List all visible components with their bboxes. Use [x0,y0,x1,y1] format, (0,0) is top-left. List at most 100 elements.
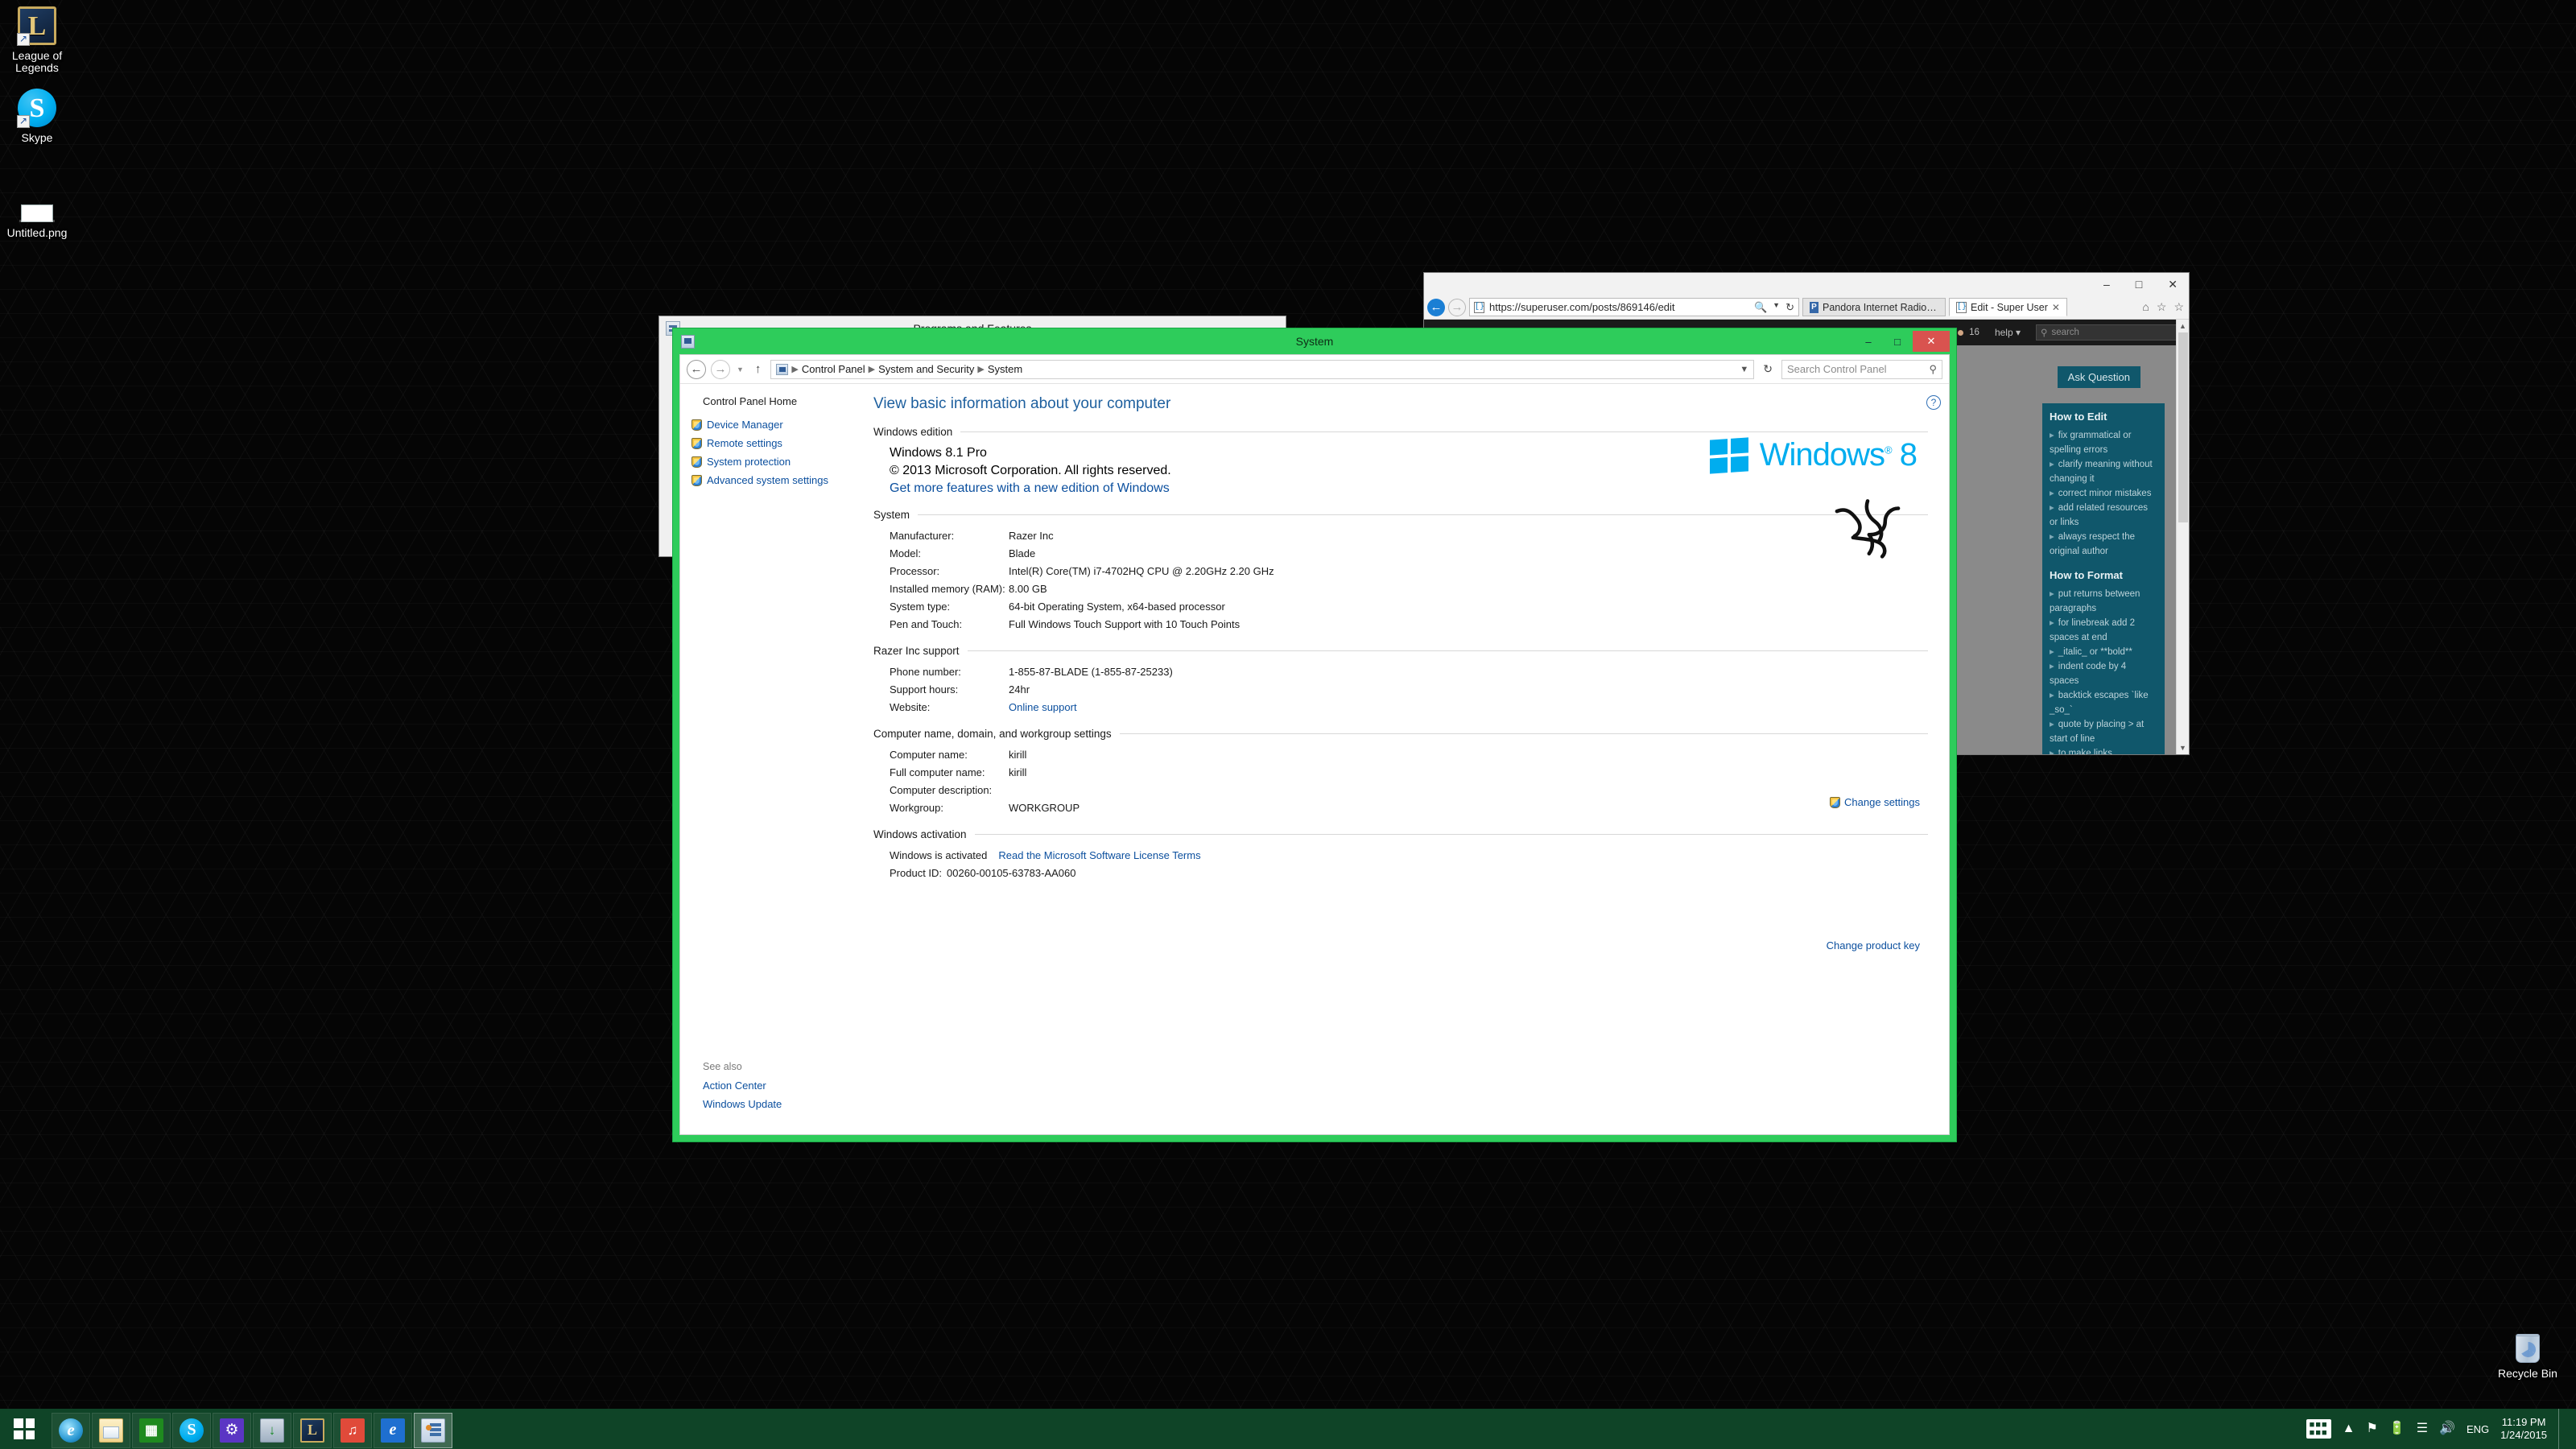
system-minimize-button[interactable]: – [1855,331,1882,352]
system-maximize-button[interactable]: □ [1884,331,1911,352]
link-change-settings[interactable]: Change settings [1830,796,1920,808]
back-icon[interactable]: ← [687,359,706,379]
sidebar-item-control-panel-home[interactable]: Control Panel Home [691,395,862,407]
home-icon[interactable]: ⌂ [2142,300,2149,314]
taskbar-button-control-panel[interactable] [414,1412,452,1448]
desktop[interactable]: L ↗ League of Legends S ↗ Skype Untitled… [0,0,2576,1449]
scrollbar-thumb[interactable] [2178,332,2188,522]
start-button[interactable] [0,1409,48,1449]
taskbar-button-skype[interactable]: S [172,1412,211,1448]
taskbar-button-music[interactable]: ♫ [333,1412,372,1448]
sidebar-item-advanced-system-settings[interactable]: Advanced system settings [691,474,862,486]
see-also-link-windows-update[interactable]: Windows Update [691,1098,862,1110]
tools-gear-icon[interactable]: ☆ [2174,300,2184,314]
help-menu[interactable]: help ▾ [1995,327,2021,338]
recent-locations-chevron-icon[interactable]: ▼ [735,365,745,374]
clock-time: 11:19 PM [2501,1416,2546,1428]
show-hidden-icons-icon[interactable]: ▲ [2343,1422,2355,1435]
browser-close-button[interactable]: ✕ [2161,277,2184,291]
taskbar-button-store[interactable]: ▦ [132,1412,171,1448]
browser-vertical-scrollbar[interactable]: ▲ ▼ [2176,320,2189,754]
system-window-title: System [1295,335,1334,348]
taskbar-button-download-manager[interactable]: ↓ [253,1412,291,1448]
sidebar-item-remote-settings[interactable]: Remote settings [691,437,862,449]
link-online-support[interactable]: Online support [1009,699,1928,716]
shield-icon [691,437,702,449]
breadcrumb[interactable]: ▶ Control Panel ▶ System and Security ▶ … [770,359,1755,379]
desktop-icon-recycle-bin[interactable]: Recycle Bin [2491,1324,2565,1380]
desktop-icon-league-of-legends[interactable]: L ↗ League of Legends [0,6,74,74]
sidebar-item-device-manager[interactable]: Device Manager [691,419,862,431]
clock[interactable]: 11:19 PM 1/24/2015 [2500,1416,2547,1442]
row-value: kirill [1009,749,1027,761]
section-heading-label: Razer Inc support [873,645,960,657]
refresh-icon[interactable]: ↻ [1785,301,1794,314]
up-one-level-icon[interactable]: ↑ [750,362,766,376]
section-system: System Manufacturer: Razer Inc Model: Blad… [873,509,1928,634]
ask-question-button[interactable]: Ask Question [2057,366,2140,388]
address-bar[interactable]: [} https://superuser.com/posts/869146/ed… [1469,298,1799,316]
control-panel-content: ? View basic information about your comp… [862,384,1949,1134]
chevron-down-icon[interactable]: ▼ [1773,301,1780,314]
refresh-icon[interactable]: ↻ [1759,362,1777,376]
link-get-more-features[interactable]: Get more features with a new edition of … [890,480,1928,497]
browser-minimize-button[interactable]: – [2097,277,2116,291]
activation-status: Windows is activated [890,849,988,861]
breadcrumb-dropdown-icon[interactable]: ▼ [1740,365,1748,374]
sidebar-item-system-protection[interactable]: System protection [691,456,862,468]
link-license-terms[interactable]: Read the Microsoft Software License Term… [998,847,1200,865]
taskbar-button-file-explorer[interactable] [92,1412,130,1448]
system-close-button[interactable]: ✕ [1913,331,1950,352]
section-rule [967,650,1928,651]
scroll-down-icon[interactable]: ▼ [2177,741,2189,754]
forward-icon[interactable]: → [1448,298,1466,316]
system-window-client-area: ← → ▼ ↑ ▶ Control Panel ▶ System and Sec… [679,354,1950,1135]
browser-tab-edit-super-user[interactable]: [} Edit - Super User ✕ [1949,298,2067,316]
breadcrumb-item-control-panel[interactable]: Control Panel [802,363,865,375]
desktop-icon-skype[interactable]: S ↗ Skype [0,89,74,144]
system-window[interactable]: System – □ ✕ ← → ▼ ↑ ▶ Control Panel ▶ S… [673,328,1956,1141]
taskbar-button-internet-explorer-2[interactable]: e [374,1412,412,1448]
how-to-format-list: put returns between paragraphs for lineb… [2050,587,2157,754]
search-control-panel-input[interactable]: Search Control Panel ⚲ [1781,359,1942,379]
action-center-flag-icon[interactable]: ⚑ [2366,1422,2377,1435]
browser-titlebar[interactable]: – □ ✕ [1424,273,2189,295]
volume-icon[interactable]: 🔊 [2439,1422,2455,1435]
network-signal-icon[interactable]: ☰ [2417,1422,2428,1435]
control-panel-address-row[interactable]: ← → ▼ ↑ ▶ Control Panel ▶ System and Sec… [680,355,1949,384]
help-icon[interactable]: ? [1926,395,1941,410]
section-heading: System [873,509,1928,521]
browser-navigation-bar[interactable]: ← → [} https://superuser.com/posts/86914… [1424,295,2189,320]
superuser-favicon-icon: [} [1956,301,1967,313]
taskbar-button-league-of-legends[interactable]: L [293,1412,332,1448]
show-desktop-button[interactable] [2558,1409,2566,1449]
taskbar-button-settings[interactable]: ⚙ [213,1412,251,1448]
battery-icon[interactable]: 🔋 [2389,1422,2405,1435]
taskbar[interactable]: e ▦ S ⚙ ↓ L ♫ e ■■■ ■■■ ▲ ⚑ 🔋 ☰ 🔊 ENG 11:… [0,1409,2576,1449]
browser-tab-label: Edit - Super User [1971,301,2048,313]
how-to-edit-item: correct minor mistakes [2050,486,2157,501]
tab-close-icon[interactable]: ✕ [2052,302,2060,313]
scroll-up-icon[interactable]: ▲ [2177,320,2189,332]
how-to-edit-item: always respect the original author [2050,530,2157,559]
language-indicator[interactable]: ENG [2467,1424,2489,1435]
desktop-icon-label: League of Legends [11,49,63,74]
table-row: Installed memory (RAM): 8.00 GB [873,580,1928,598]
link-change-product-key[interactable]: Change product key [1827,939,1920,952]
search-icon[interactable]: 🔍 [1754,301,1767,314]
system-titlebar[interactable]: System – □ ✕ [679,328,1950,354]
desktop-icon-untitled-png[interactable]: Untitled.png [0,184,74,239]
taskbar-button-internet-explorer[interactable]: e [52,1412,90,1448]
site-search-input[interactable]: ⚲ search [2036,324,2181,341]
keyboard-icon[interactable]: ■■■ ■■■ [2306,1419,2331,1439]
browser-tab-pandora[interactable]: P Pandora Internet Radio - List... [1802,298,1946,316]
row-value: kirill [1009,766,1027,778]
forward-icon[interactable]: → [711,359,730,379]
favorites-star-icon[interactable]: ☆ [2157,300,2167,314]
skype-icon: S ↗ [17,89,56,128]
browser-maximize-button[interactable]: □ [2129,277,2149,291]
breadcrumb-item-system-and-security[interactable]: System and Security [878,363,974,375]
breadcrumb-item-system[interactable]: System [988,363,1022,375]
see-also-link-action-center[interactable]: Action Center [691,1080,862,1092]
back-icon[interactable]: ← [1427,298,1445,316]
